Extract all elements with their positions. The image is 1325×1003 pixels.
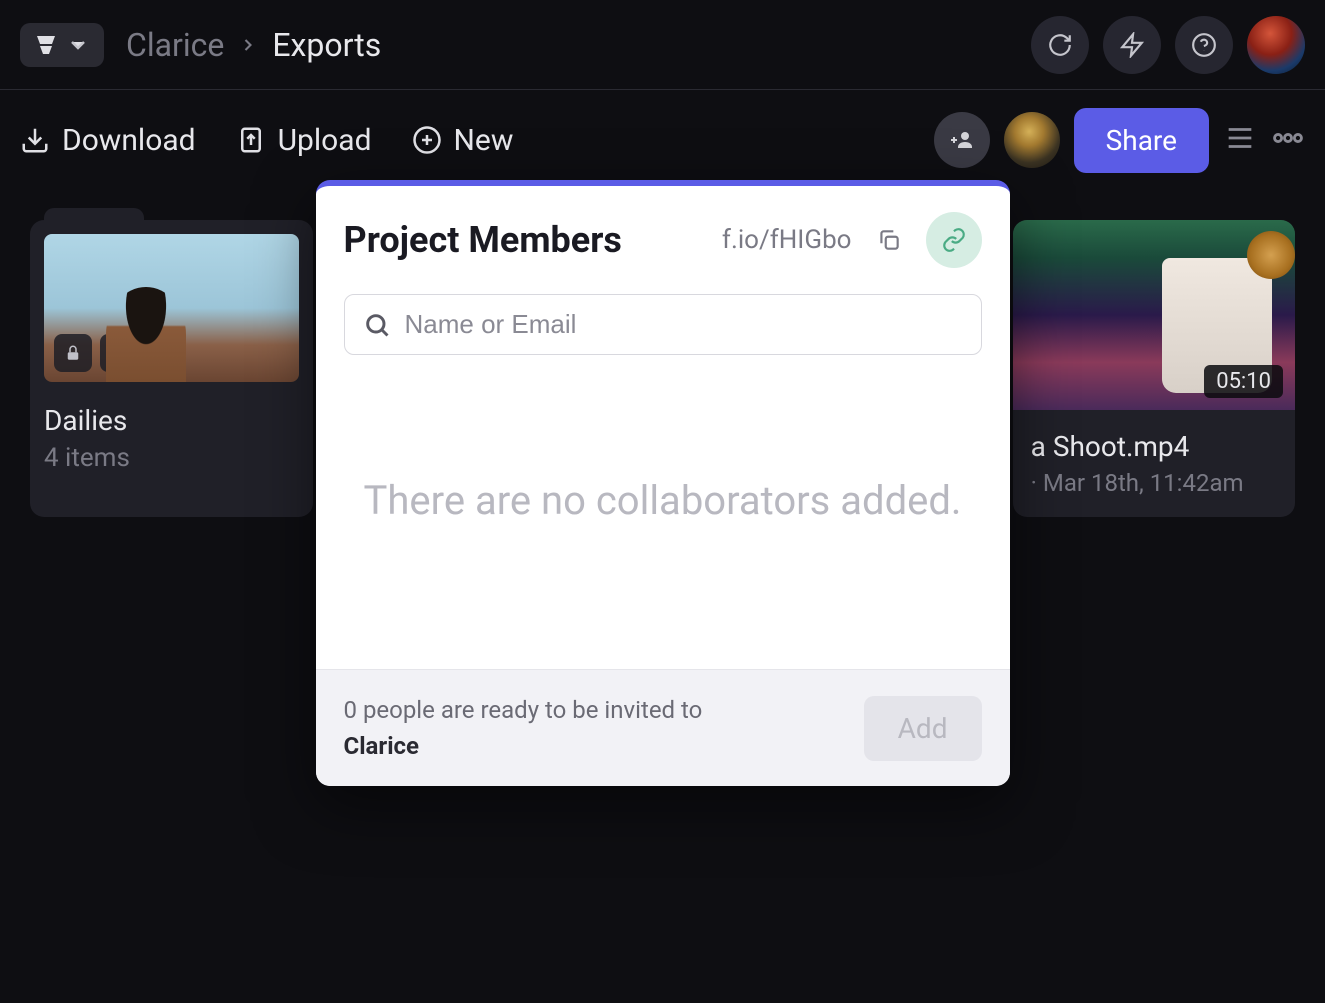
search-input[interactable]: [405, 309, 963, 340]
add-button[interactable]: Add: [864, 696, 982, 761]
footer-text: 0 people are ready to be invited to Clar…: [344, 692, 703, 764]
search-icon: [363, 311, 391, 339]
modal-backdrop[interactable]: Project Members f.io/fHIGbo There are no…: [0, 0, 1325, 1003]
copy-link-button[interactable]: [866, 217, 912, 263]
link-button[interactable]: [926, 212, 982, 268]
search-field[interactable]: [344, 294, 982, 355]
link-icon: [941, 227, 967, 253]
empty-state: There are no collaborators added.: [316, 373, 1010, 669]
modal-header: Project Members f.io/fHIGbo: [316, 186, 1010, 276]
project-members-modal: Project Members f.io/fHIGbo There are no…: [316, 180, 1010, 786]
modal-title: Project Members: [344, 219, 622, 261]
modal-link-area: f.io/fHIGbo: [722, 212, 982, 268]
modal-footer: 0 people are ready to be invited to Clar…: [316, 669, 1010, 786]
footer-prefix: 0 people are ready to be invited to: [344, 696, 703, 724]
footer-project-name: Clarice: [344, 732, 420, 760]
share-link-text[interactable]: f.io/fHIGbo: [722, 225, 852, 255]
copy-icon: [876, 227, 902, 253]
